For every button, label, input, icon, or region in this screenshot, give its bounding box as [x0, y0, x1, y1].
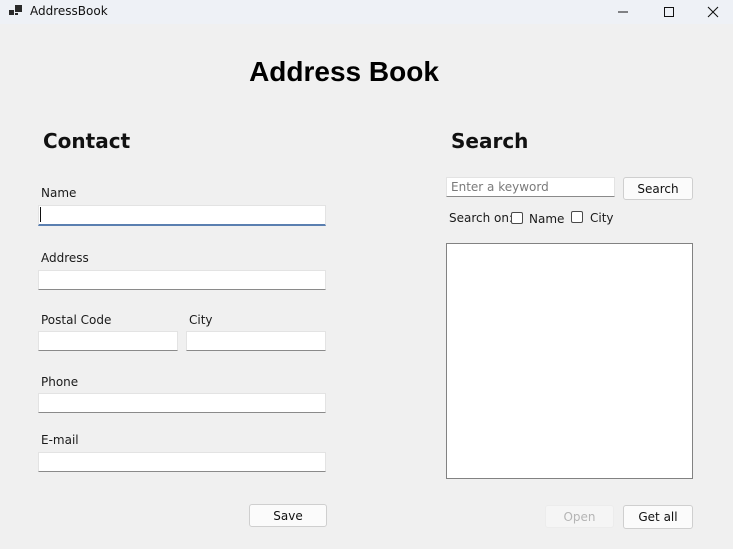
minimize-button[interactable] [600, 0, 646, 24]
text-caret [40, 207, 41, 222]
window-title: AddressBook [30, 4, 108, 18]
page-title: Address Book [249, 56, 439, 87]
phone-field[interactable] [38, 393, 326, 413]
search-section-title: Search [451, 129, 529, 153]
postal-code-label: Postal Code [41, 313, 112, 327]
minimize-icon [618, 11, 628, 13]
name-checkbox[interactable] [511, 212, 523, 224]
search-input[interactable] [446, 177, 615, 197]
contact-section-title: Contact [43, 129, 131, 153]
city-checkbox-label[interactable]: City [590, 211, 614, 225]
app-window-icon [9, 5, 22, 17]
results-list[interactable] [446, 243, 693, 479]
city-field[interactable] [186, 331, 326, 351]
maximize-button[interactable] [646, 0, 692, 24]
close-icon [707, 6, 719, 18]
city-checkbox[interactable] [571, 211, 583, 223]
open-button: Open [545, 505, 614, 528]
email-label: E-mail [41, 433, 79, 447]
postal-code-field[interactable] [38, 331, 178, 351]
email-field[interactable] [38, 452, 326, 472]
search-on-label: Search on: [449, 211, 514, 225]
name-label: Name [41, 186, 77, 200]
get-all-button[interactable]: Get all [623, 505, 693, 529]
search-button[interactable]: Search [623, 177, 693, 200]
phone-label: Phone [41, 375, 79, 389]
name-field[interactable] [38, 205, 326, 226]
name-checkbox-label[interactable]: Name [529, 212, 564, 226]
city-label: City [189, 313, 213, 327]
address-label: Address [41, 251, 89, 265]
close-button[interactable] [690, 0, 733, 24]
save-button[interactable]: Save [249, 504, 327, 527]
title-bar: AddressBook [0, 0, 733, 24]
address-field[interactable] [38, 270, 326, 290]
maximize-icon [664, 7, 674, 17]
